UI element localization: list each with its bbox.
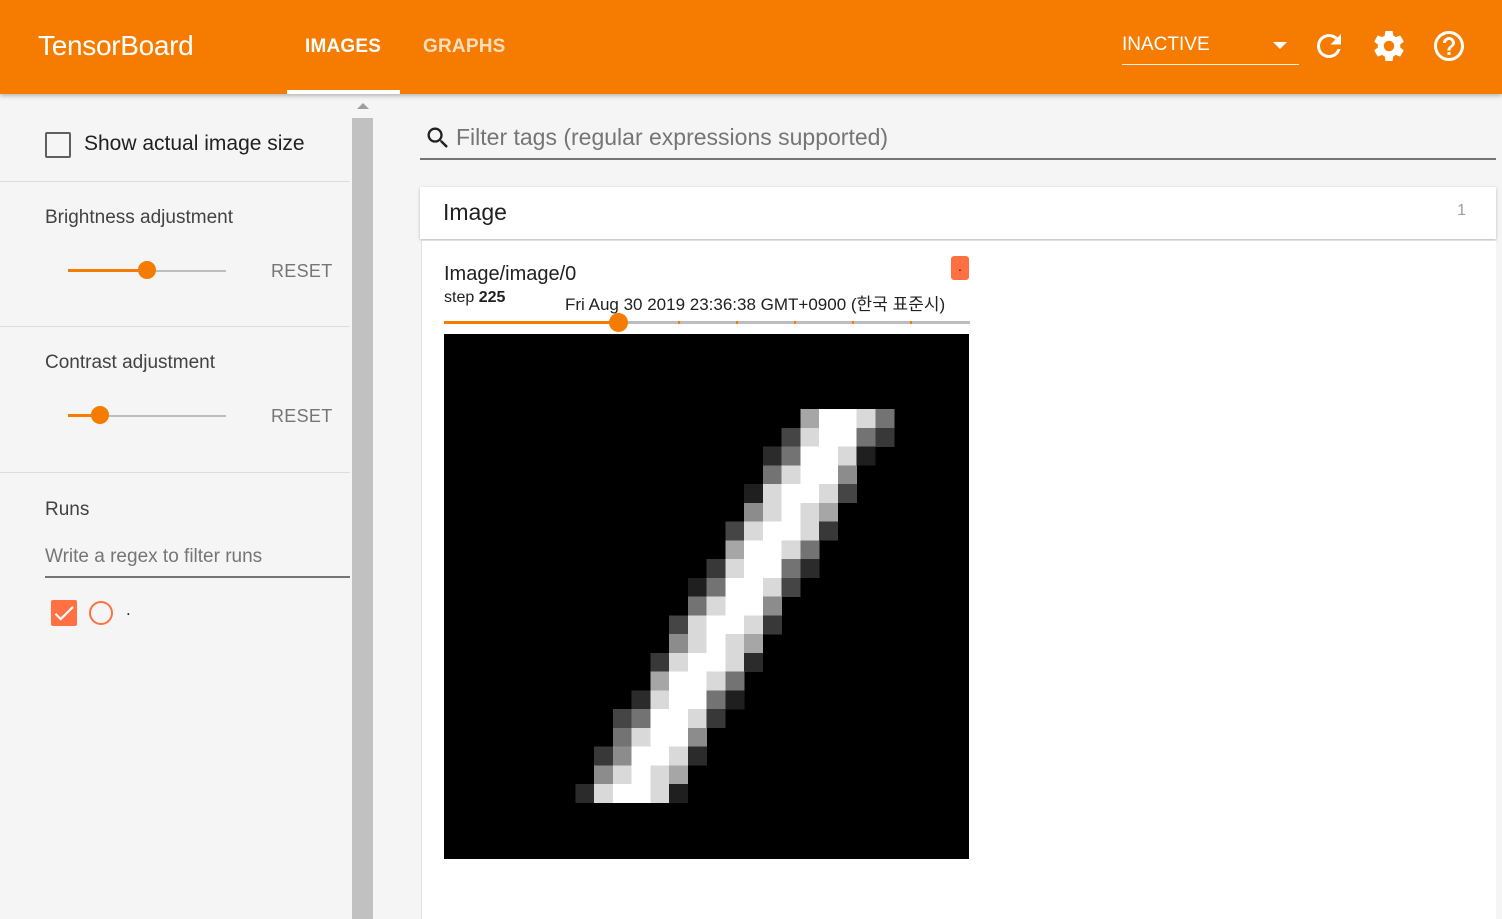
step-slider-tick	[910, 321, 912, 324]
search-icon	[427, 127, 448, 148]
run-badge: .	[951, 256, 969, 280]
refresh-icon[interactable]	[1311, 28, 1347, 64]
inactive-plugins-dropdown[interactable]: INACTIVE	[1122, 32, 1299, 65]
mnist-digit-image	[444, 334, 969, 859]
contrast-reset-button[interactable]: RESET	[271, 406, 333, 427]
brightness-label: Brightness adjustment	[45, 207, 233, 228]
image-tag-name: Image/image/0	[444, 263, 577, 285]
settings-icon[interactable]	[1371, 28, 1407, 64]
run-checkbox[interactable]	[51, 600, 77, 626]
app-title: TensorBoard	[38, 30, 194, 61]
step-slider-tick	[678, 321, 680, 324]
dropdown-value: INACTIVE	[1122, 34, 1210, 55]
sidebar: Show actual image size Brightness adjust…	[0, 94, 350, 919]
runs-heading: Runs	[45, 499, 90, 520]
tag-filter-placeholder: Filter tags (regular expressions support…	[456, 124, 889, 150]
tab-graphs[interactable]: GRAPHS	[423, 36, 506, 58]
runs-filter-placeholder: Write a regex to filter runs	[45, 546, 263, 567]
step-info: step 225	[444, 289, 505, 307]
step-value: 225	[478, 289, 506, 306]
show-actual-size-checkbox[interactable]	[45, 132, 71, 158]
tag-filter-field[interactable]: Filter tags (regular expressions support…	[420, 118, 1496, 160]
check-icon	[54, 606, 74, 621]
scroll-up-arrow-icon[interactable]	[357, 103, 369, 109]
step-slider-knob[interactable]	[609, 313, 628, 332]
tab-images[interactable]: IMAGES	[305, 36, 381, 58]
help-icon[interactable]	[1431, 28, 1467, 64]
active-tab-indicator	[287, 90, 400, 94]
show-actual-size-label: Show actual image size	[84, 132, 305, 155]
brightness-slider-fill	[68, 269, 147, 272]
step-label: step	[444, 289, 475, 306]
brightness-slider-knob[interactable]	[138, 261, 156, 279]
category-title: Image	[443, 199, 507, 225]
category-count: 1	[1457, 202, 1466, 219]
runs-filter-input[interactable]: Write a regex to filter runs	[45, 544, 350, 578]
step-slider-tick	[794, 321, 796, 324]
contrast-section: Contrast adjustment RESET	[0, 327, 350, 473]
image-size-section: Show actual image size	[0, 94, 350, 182]
contrast-slider-knob[interactable]	[91, 406, 109, 424]
top-app-bar: TensorBoard IMAGES GRAPHS INACTIVE	[0, 0, 1502, 94]
sidebar-scrollbar[interactable]	[352, 118, 373, 919]
step-slider-tick	[852, 321, 854, 324]
image-category-header[interactable]: Image 1	[420, 187, 1496, 239]
step-slider-fill	[444, 321, 618, 324]
image-timestamp: Fri Aug 30 2019 23:36:38 GMT+0900 (한국 표준…	[565, 295, 946, 314]
brightness-section: Brightness adjustment RESET	[0, 182, 350, 327]
run-color-radio[interactable]	[89, 601, 113, 625]
contrast-label: Contrast adjustment	[45, 352, 216, 373]
run-name: .	[126, 600, 131, 619]
brightness-reset-button[interactable]: RESET	[271, 261, 333, 282]
step-slider-tick	[736, 321, 738, 324]
caret-down-icon	[1273, 42, 1287, 49]
